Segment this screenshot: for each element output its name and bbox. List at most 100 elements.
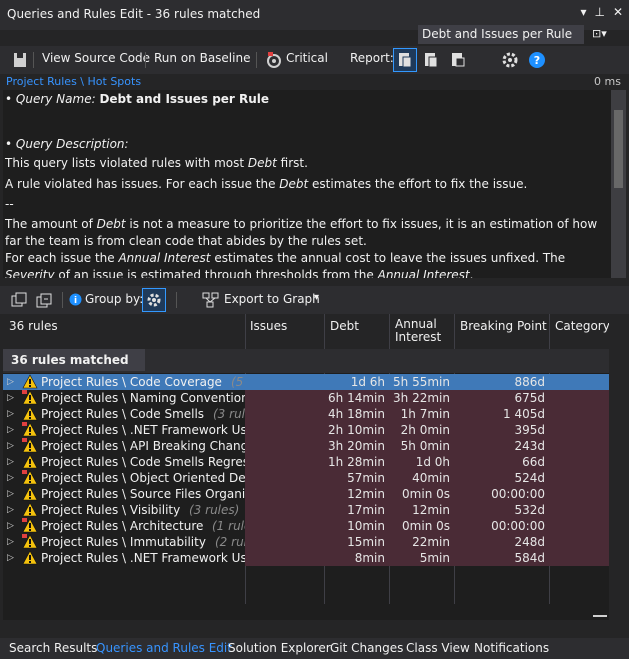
breaking-point-cell: 66d [454, 454, 549, 470]
close-icon[interactable]: ✕ [613, 5, 623, 19]
tab-class-view[interactable]: Class View [406, 641, 470, 655]
column-annual-interest[interactable]: Annual Interest [395, 318, 441, 344]
new-query-icon[interactable]: ⊡▾ [592, 27, 607, 40]
interest-cell: 40min [389, 470, 454, 486]
toolbar: View Source Code Run on Baseline Critica… [0, 46, 629, 74]
query-name-line: • Query Name: Debt and Issues per Rule [5, 92, 270, 106]
rule-name: Project Rules \ Naming Conventions [41, 391, 245, 405]
column-breaking-point[interactable]: Breaking Point [460, 320, 547, 333]
table-row[interactable]: ▷ Project Rules \ Code Smells (3 rules) 4h … [3, 406, 609, 422]
rule-name-cell: ▷ Project Rules \ Object Oriented Design [3, 470, 245, 486]
table-row[interactable]: ▷ Project Rules \ Visibility (3 rules) 17mi… [3, 502, 609, 518]
tab-queries-rules-edit[interactable]: Queries and Rules Edit [96, 641, 232, 655]
report-pdf-icon[interactable] [419, 48, 443, 72]
debt-cell: 17min [324, 502, 389, 518]
table-row[interactable]: ▷Project Rules \ API Breaking Changes(43… [3, 438, 609, 454]
rule-count: (1 rule) [212, 519, 245, 533]
expand-arrow-icon[interactable]: ▷ [7, 486, 14, 502]
horizontal-scrollbar[interactable] [3, 604, 609, 620]
interest-cell: 1d 0h [389, 454, 454, 470]
tab-notifications[interactable]: Notifications [474, 641, 549, 655]
grid-scrollbar[interactable] [609, 314, 626, 620]
tab-solution-explorer[interactable]: Solution Explorer [228, 641, 331, 655]
description-line: The amount of Debt is not a measure to p… [5, 217, 598, 248]
table-row[interactable]: ▷ Project Rules \ Source Files Organizati… [3, 486, 609, 502]
debt-cell: 2h 10min [324, 422, 389, 438]
interest-value: 0min 0s [402, 519, 450, 533]
column-debt[interactable]: Debt [330, 320, 359, 333]
expand-arrow-icon[interactable]: ▷ [7, 374, 14, 390]
breadcrumb[interactable]: Project Rules \ Hot Spots [6, 75, 141, 88]
export-graph-button[interactable]: Export to Graph [224, 292, 320, 306]
settings-gear-icon[interactable] [501, 51, 519, 69]
issues-cell [245, 470, 324, 486]
breaking-point-value: 00:00:00 [491, 487, 545, 501]
table-row[interactable]: ▷Project Rules \ Naming Conventions(46h … [3, 390, 609, 406]
issues-cell [245, 390, 324, 406]
expand-arrow-icon[interactable]: ▷ [7, 502, 14, 518]
critical-button[interactable]: Critical [286, 51, 328, 65]
expand-arrow-icon[interactable]: ▷ [7, 390, 14, 406]
tab-git-changes[interactable]: Git Changes [330, 641, 403, 655]
table-row[interactable]: ▷ Project Rules \ Architecture (1 rule) 10m… [3, 518, 609, 534]
interest-value: 2h 0min [400, 423, 450, 437]
table-row[interactable]: ▷ Project Rules \ .NET Framework Usage \ 2… [3, 422, 609, 438]
table-row[interactable]: ▷ Project Rules \ .NET Framework Usage \ 8… [3, 550, 609, 566]
save-icon[interactable] [8, 48, 32, 72]
breaking-point-cell: 524d [454, 470, 549, 486]
scrollbar-thumb[interactable] [614, 110, 623, 188]
report-html-icon[interactable] [393, 48, 417, 72]
collapse-all-icon[interactable] [35, 291, 53, 309]
table-row[interactable]: ▷ Project Rules \ Immutability (2 rules) 15… [3, 534, 609, 550]
expand-arrow-icon[interactable]: ▷ [7, 454, 14, 470]
column-rules[interactable]: 36 rules [9, 320, 58, 333]
query-selector[interactable]: Debt and Issues per Rule [418, 25, 584, 44]
dropdown-icon[interactable]: ▾ [580, 5, 586, 19]
table-row[interactable]: ▷ Project Rules \ Object Oriented Design 5… [3, 470, 609, 486]
expand-arrow-icon[interactable]: ▷ [7, 534, 14, 550]
graph-icon [202, 291, 220, 309]
category-cell [549, 422, 609, 438]
expand-arrow-icon[interactable]: ▷ [7, 518, 14, 534]
column-category[interactable]: Category [555, 320, 610, 333]
issues-cell [245, 534, 324, 550]
expand-all-icon[interactable] [10, 291, 28, 309]
run-baseline-button[interactable]: Run on Baseline [154, 51, 250, 65]
tool-window-tabs: Search Results Queries and Rules Edit So… [0, 638, 629, 659]
group-by-rule-icon[interactable] [142, 288, 166, 312]
interest-cell: 0min 0s [389, 486, 454, 502]
expand-arrow-icon[interactable]: ▷ [7, 470, 14, 486]
category-cell [549, 406, 609, 422]
debt-cell: 4h 18min [324, 406, 389, 422]
column-issues[interactable]: Issues [250, 320, 287, 333]
query-description[interactable]: • Query Name: Debt and Issues per Rule •… [3, 90, 611, 278]
expand-arrow-icon[interactable]: ▷ [7, 422, 14, 438]
warning-icon [22, 550, 38, 565]
breaking-point-value: 675d [514, 391, 545, 405]
breaking-point-cell: 00:00:00 [454, 486, 549, 502]
table-row[interactable]: ▷ Project Rules \ Code Coverage (5 rules) 1… [3, 374, 609, 390]
interest-cell: 5h 0min [389, 438, 454, 454]
breaking-point-value: 395d [514, 423, 545, 437]
tab-search-results[interactable]: Search Results [9, 641, 97, 655]
expand-arrow-icon[interactable]: ▷ [7, 438, 14, 454]
warning-icon [22, 486, 38, 501]
interest-cell: 5h 55min [389, 374, 454, 390]
category-cell [549, 390, 609, 406]
chevron-down-icon[interactable]: ▾ [314, 292, 319, 303]
interest-value: 40min [412, 471, 450, 485]
rule-name: Project Rules \ API Breaking Changes [41, 439, 245, 453]
breaking-point-value: 00:00:00 [491, 519, 545, 533]
table-row[interactable]: ▷ Project Rules \ Code Smells Regression 1… [3, 454, 609, 470]
report-grid-icon[interactable] [446, 48, 470, 72]
help-icon[interactable]: ? [528, 51, 546, 69]
expand-arrow-icon[interactable]: ▷ [7, 406, 14, 422]
rule-name-cell: ▷ Project Rules \ .NET Framework Usage \ [3, 550, 245, 566]
interest-value: 3h 22min [393, 391, 450, 405]
results-grid[interactable]: ▷ Project Rules \ Code Coverage (5 rules) 1… [3, 373, 609, 620]
expand-arrow-icon[interactable]: ▷ [7, 550, 14, 566]
scroll-end-icon[interactable] [593, 615, 607, 617]
debt-value: 1d 6h [350, 375, 385, 389]
view-source-button[interactable]: View Source Code [42, 51, 150, 65]
pin-icon[interactable]: ⊥ [594, 5, 604, 19]
